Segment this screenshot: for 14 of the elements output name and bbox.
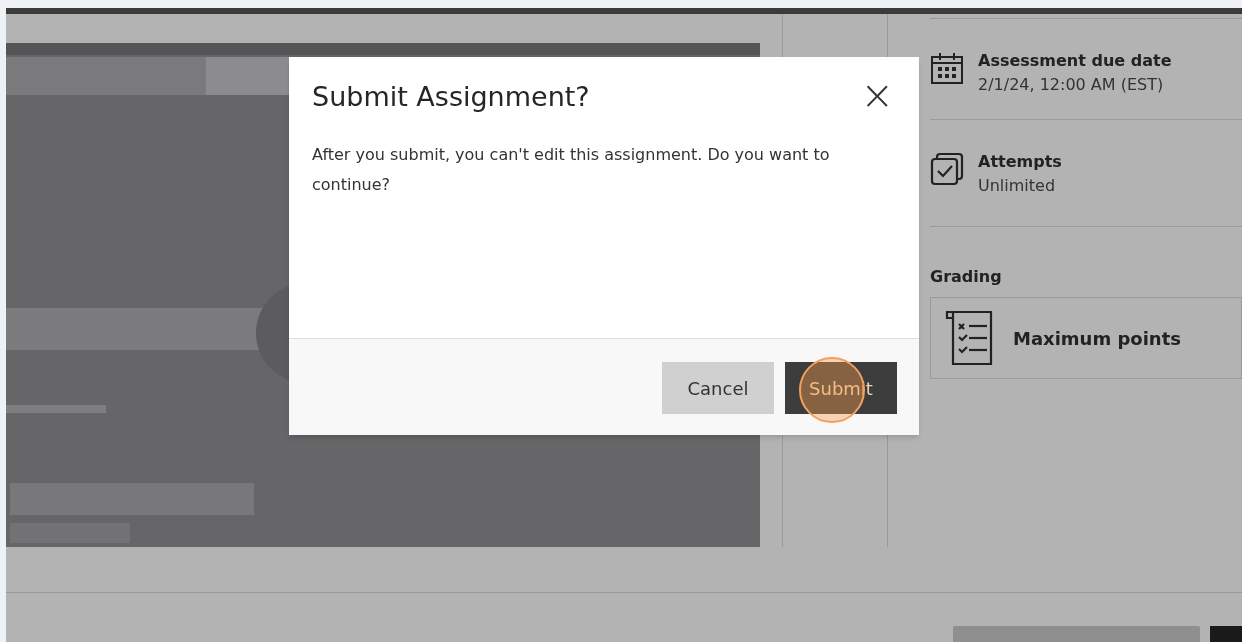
dialog-title: Submit Assignment? [312,80,590,114]
close-button[interactable]: × [860,75,894,115]
detail-label: Attempts [978,151,1062,173]
dialog-message: After you submit, you can't edit this assignment. Do you want to continue? [311,143,831,196]
detail-value: Unlimited [978,175,1057,197]
section-heading: Grading [930,267,1002,286]
footer-button[interactable] [1210,626,1242,642]
footer-button[interactable] [953,626,1200,642]
grading-item: Maximum points [1013,326,1181,351]
detail-value: 2/1/24, 12:00 AM (EST) [978,74,1165,96]
detail-label: Assessment due date [978,50,1172,72]
cancel-button[interactable]: Cancel [662,362,774,414]
calendar-icon [930,51,964,85]
stacked-checkbox-icon [930,152,964,186]
